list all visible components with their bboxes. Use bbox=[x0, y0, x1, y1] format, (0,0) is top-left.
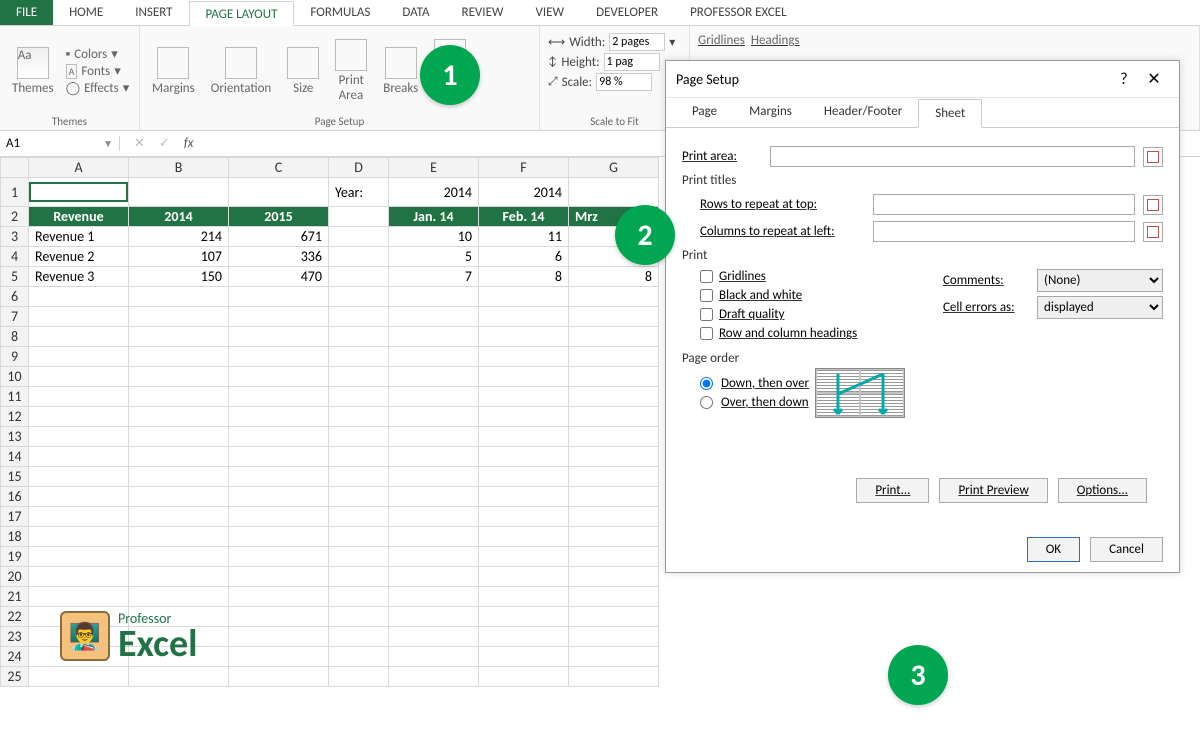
tab-developer[interactable]: DEVELOPER bbox=[580, 0, 674, 25]
colors-button[interactable]: ▪ Colors ▾ bbox=[66, 47, 130, 62]
width-selector[interactable]: ⟷ Width: ▾ bbox=[548, 33, 681, 51]
cols-repeat-label: Columns to repeat at left: bbox=[700, 224, 865, 239]
rows-repeat-input[interactable] bbox=[873, 194, 1135, 215]
fx-icon[interactable]: fx bbox=[184, 136, 194, 151]
dialog-tab-page[interactable]: Page bbox=[676, 98, 733, 127]
draft-checkbox[interactable]: Draft quality bbox=[700, 307, 943, 322]
themes-button[interactable]: Aa Themes bbox=[8, 45, 58, 98]
close-button[interactable]: ✕ bbox=[1139, 69, 1169, 89]
breaks-button[interactable]: Breaks bbox=[379, 45, 422, 98]
scale-selector[interactable]: ⤢ Scale: bbox=[548, 73, 681, 91]
tab-data[interactable]: DATA bbox=[386, 0, 445, 25]
col-header[interactable]: B bbox=[129, 158, 229, 178]
tab-view[interactable]: VIEW bbox=[520, 0, 581, 25]
headings-toggle[interactable]: Headings bbox=[751, 33, 800, 48]
height-selector[interactable]: ↕ Height: bbox=[548, 53, 681, 71]
cellerrors-label: Cell errors as: bbox=[943, 300, 1031, 315]
print-area-button[interactable]: Print Area bbox=[331, 37, 371, 105]
margins-button[interactable]: Margins bbox=[148, 45, 199, 98]
col-header[interactable]: E bbox=[389, 158, 479, 178]
dialog-tab-headerfooter[interactable]: Header/Footer bbox=[808, 98, 918, 127]
tab-home[interactable]: HOME bbox=[53, 0, 119, 25]
row-header[interactable]: 2 bbox=[1, 207, 29, 227]
cell[interactable] bbox=[29, 182, 128, 202]
callout-2: 2 bbox=[615, 205, 675, 265]
print-area-input[interactable] bbox=[770, 146, 1135, 167]
name-box[interactable]: A1▼ bbox=[0, 136, 120, 151]
page-order-group: Page order bbox=[682, 351, 1163, 366]
gridlines-toggle[interactable]: Gridlines bbox=[698, 33, 745, 48]
print-area-label: Print area: bbox=[682, 149, 762, 164]
comments-select[interactable]: (None) bbox=[1037, 269, 1163, 292]
page-setup-group-label: Page Setup bbox=[148, 113, 531, 130]
comments-label: Comments: bbox=[943, 273, 1031, 288]
professor-excel-logo: 👨‍🏫 ProfessorExcel bbox=[60, 610, 198, 661]
over-down-radio[interactable]: Over, then down bbox=[700, 395, 809, 410]
cancel-button[interactable]: Cancel bbox=[1090, 537, 1163, 562]
ribbon-tabs: FILE HOME INSERT PAGE LAYOUT FORMULAS DA… bbox=[0, 0, 1200, 26]
tab-review[interactable]: REVIEW bbox=[446, 0, 520, 25]
col-header[interactable]: F bbox=[479, 158, 569, 178]
tab-professor-excel[interactable]: PROFESSOR EXCEL bbox=[674, 0, 802, 25]
options-button[interactable]: Options... bbox=[1058, 478, 1147, 503]
row-header[interactable]: 4 bbox=[1, 247, 29, 267]
range-picker-icon[interactable] bbox=[1143, 222, 1163, 242]
effects-button[interactable]: ◯ Effects ▾ bbox=[66, 81, 130, 96]
print-preview-button[interactable]: Print Preview bbox=[939, 478, 1047, 503]
help-button[interactable]: ? bbox=[1109, 70, 1139, 89]
callout-1: 1 bbox=[420, 45, 480, 105]
gridlines-checkbox[interactable]: Gridlines bbox=[700, 269, 943, 284]
col-header[interactable]: A bbox=[29, 158, 129, 178]
rows-repeat-label: Rows to repeat at top: bbox=[700, 197, 865, 212]
cellerrors-select[interactable]: displayed bbox=[1037, 296, 1163, 319]
themes-group-label: Themes bbox=[8, 113, 131, 130]
tab-page-layout[interactable]: PAGE LAYOUT bbox=[189, 1, 295, 26]
range-picker-icon[interactable] bbox=[1143, 195, 1163, 215]
rowcol-checkbox[interactable]: Row and column headings bbox=[700, 326, 943, 341]
page-setup-dialog: Page Setup ? ✕ Page Margins Header/Foote… bbox=[665, 60, 1180, 573]
cancel-icon[interactable]: ✕ bbox=[134, 136, 145, 151]
callout-3: 3 bbox=[888, 645, 948, 705]
down-over-radio[interactable]: Down, then over bbox=[700, 376, 809, 391]
bw-checkbox[interactable]: Black and white bbox=[700, 288, 943, 303]
print-button[interactable]: Print... bbox=[856, 478, 929, 503]
col-header[interactable]: C bbox=[229, 158, 329, 178]
page-order-icon bbox=[815, 368, 905, 418]
confirm-icon[interactable]: ✓ bbox=[159, 136, 170, 151]
dialog-tab-sheet[interactable]: Sheet bbox=[918, 99, 982, 128]
tab-insert[interactable]: INSERT bbox=[119, 0, 188, 25]
ok-button[interactable]: OK bbox=[1027, 537, 1080, 562]
print-titles-group: Print titles bbox=[682, 173, 1163, 188]
dialog-tab-margins[interactable]: Margins bbox=[733, 98, 808, 127]
face-icon: 👨‍🏫 bbox=[60, 611, 110, 661]
col-header[interactable]: D bbox=[329, 158, 389, 178]
spreadsheet-grid[interactable]: A B C D E F G 1 Year:20142014 2 Revenue2… bbox=[0, 157, 659, 687]
print-group: Print bbox=[682, 248, 1163, 263]
dialog-title: Page Setup bbox=[676, 71, 1109, 88]
fonts-button[interactable]: A Fonts ▾ bbox=[66, 64, 130, 79]
size-button[interactable]: Size bbox=[283, 45, 323, 98]
scale-group-label: Scale to Fit bbox=[548, 113, 681, 130]
row-header[interactable]: 5 bbox=[1, 267, 29, 287]
tab-file[interactable]: FILE bbox=[0, 0, 53, 25]
select-all[interactable] bbox=[1, 158, 29, 178]
row-header[interactable]: 1 bbox=[1, 178, 29, 207]
row-header[interactable]: 3 bbox=[1, 227, 29, 247]
orientation-button[interactable]: Orientation bbox=[207, 45, 276, 98]
cols-repeat-input[interactable] bbox=[873, 221, 1135, 242]
range-picker-icon[interactable] bbox=[1143, 147, 1163, 167]
tab-formulas[interactable]: FORMULAS bbox=[294, 0, 386, 25]
col-header[interactable]: G bbox=[569, 158, 659, 178]
